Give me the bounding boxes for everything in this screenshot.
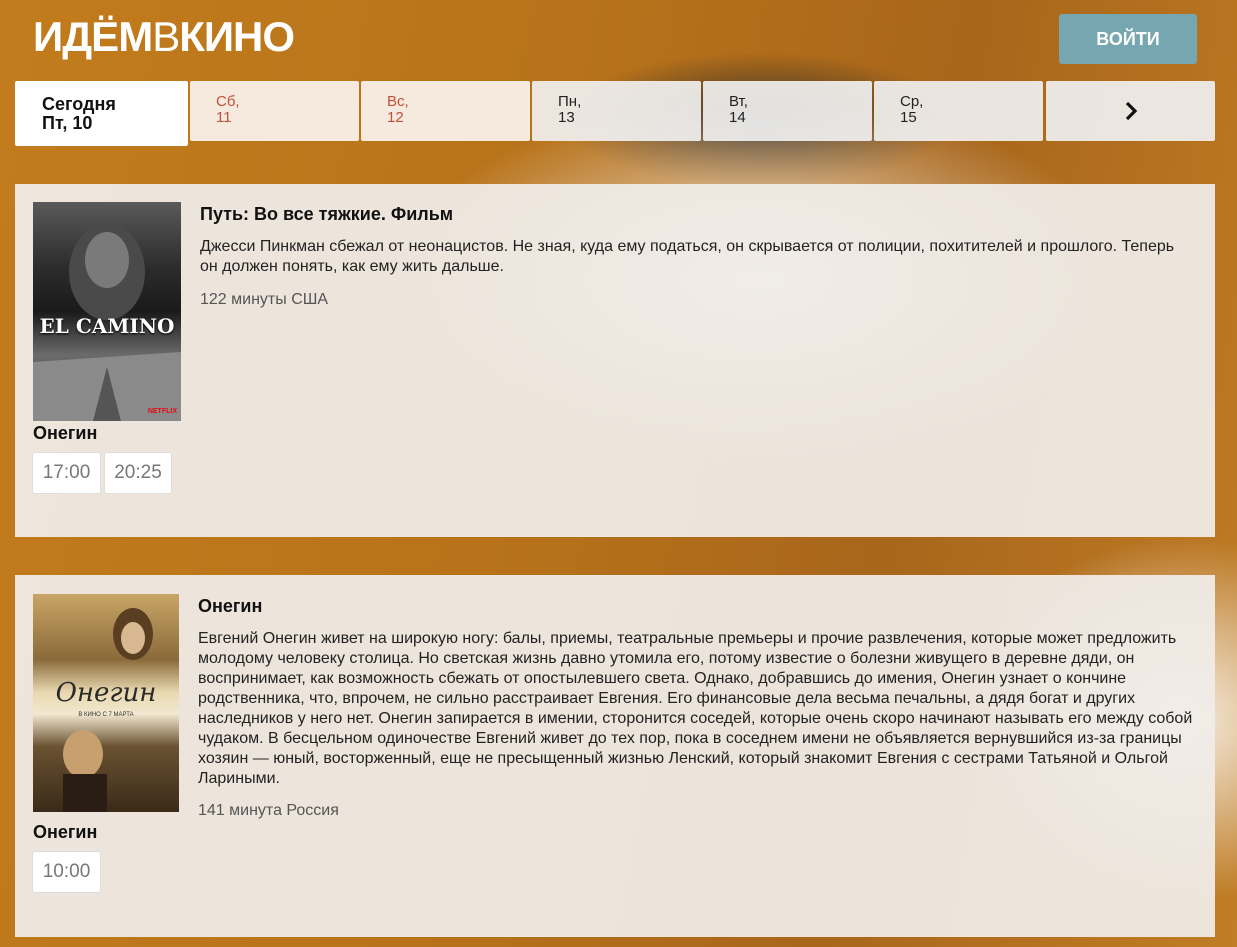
day-label: Сб, [216, 93, 240, 110]
movie-title[interactable]: Онегин [198, 596, 262, 617]
day-label: Сегодня [42, 94, 116, 114]
login-button[interactable]: ВОЙТИ [1059, 14, 1197, 64]
hall-name: Онегин [33, 423, 98, 443]
day-selector: Сегодня Пт, 10 Сб, 11 Вс, 12 Пн, 13 Вт, … [15, 81, 1215, 146]
day-label: Вт, [729, 93, 748, 110]
movie-description: Евгений Онегин живет на широкую ногу: ба… [198, 630, 1193, 787]
logo[interactable]: ИДЁМВКИНО [33, 13, 295, 61]
poster-image [33, 224, 181, 421]
movie-description: Джесси Пинкман сбежал от неонацистов. Не… [200, 238, 1175, 275]
day-label: Вс, [387, 93, 409, 110]
movie-card: EL CAMINO NETFLIX Путь: Во все тяжкие. Ф… [15, 184, 1215, 537]
day-tab-mon[interactable]: Пн, 13 [532, 81, 701, 141]
showtime-button[interactable]: 10:00 [32, 851, 101, 893]
movie-poster[interactable]: EL CAMINO NETFLIX [33, 202, 181, 421]
movie-poster[interactable]: Онегин В КИНО С 7 МАРТА [33, 594, 179, 812]
day-date: Пт, 10 [42, 113, 93, 133]
day-tab-today[interactable]: Сегодня Пт, 10 [15, 81, 188, 146]
poster-title: EL CAMINO [39, 314, 175, 338]
logo-part3: КИНО [179, 13, 295, 60]
header: ИДЁМВКИНО ВОЙТИ [0, 0, 1237, 80]
poster-title: Онегин [55, 678, 157, 708]
movie-meta: 122 минуты США [200, 291, 329, 308]
day-date: 12 [387, 109, 404, 126]
day-tab-sun[interactable]: Вс, 12 [361, 81, 530, 141]
poster-badge: В КИНО С 7 МАРТА [78, 712, 134, 718]
chevron-right-icon [1125, 101, 1137, 121]
poster-badge: NETFLIX [147, 408, 177, 415]
logo-part2: В [152, 13, 180, 60]
day-date: 15 [900, 109, 917, 126]
movie-title[interactable]: Путь: Во все тяжкие. Фильм [200, 204, 453, 225]
logo-part1: ИДЁМ [33, 13, 153, 60]
day-tab-wed[interactable]: Ср, 15 [874, 81, 1043, 141]
day-tab-tue[interactable]: Вт, 14 [703, 81, 872, 141]
showtime-button[interactable]: 20:25 [104, 452, 172, 494]
day-tab-sat[interactable]: Сб, 11 [190, 81, 359, 141]
day-date: 14 [729, 109, 746, 126]
day-date: 11 [216, 109, 232, 126]
next-days-button[interactable] [1046, 81, 1215, 141]
day-date: 13 [558, 109, 575, 126]
day-label: Пн, [558, 93, 582, 110]
movie-card: Онегин В КИНО С 7 МАРТА Онегин Евгений О… [15, 575, 1215, 937]
movie-meta: 141 минута Россия [198, 802, 339, 819]
hall-name: Онегин [33, 822, 98, 842]
showtime-button[interactable]: 17:00 [32, 452, 101, 494]
day-label: Ср, [900, 93, 924, 110]
